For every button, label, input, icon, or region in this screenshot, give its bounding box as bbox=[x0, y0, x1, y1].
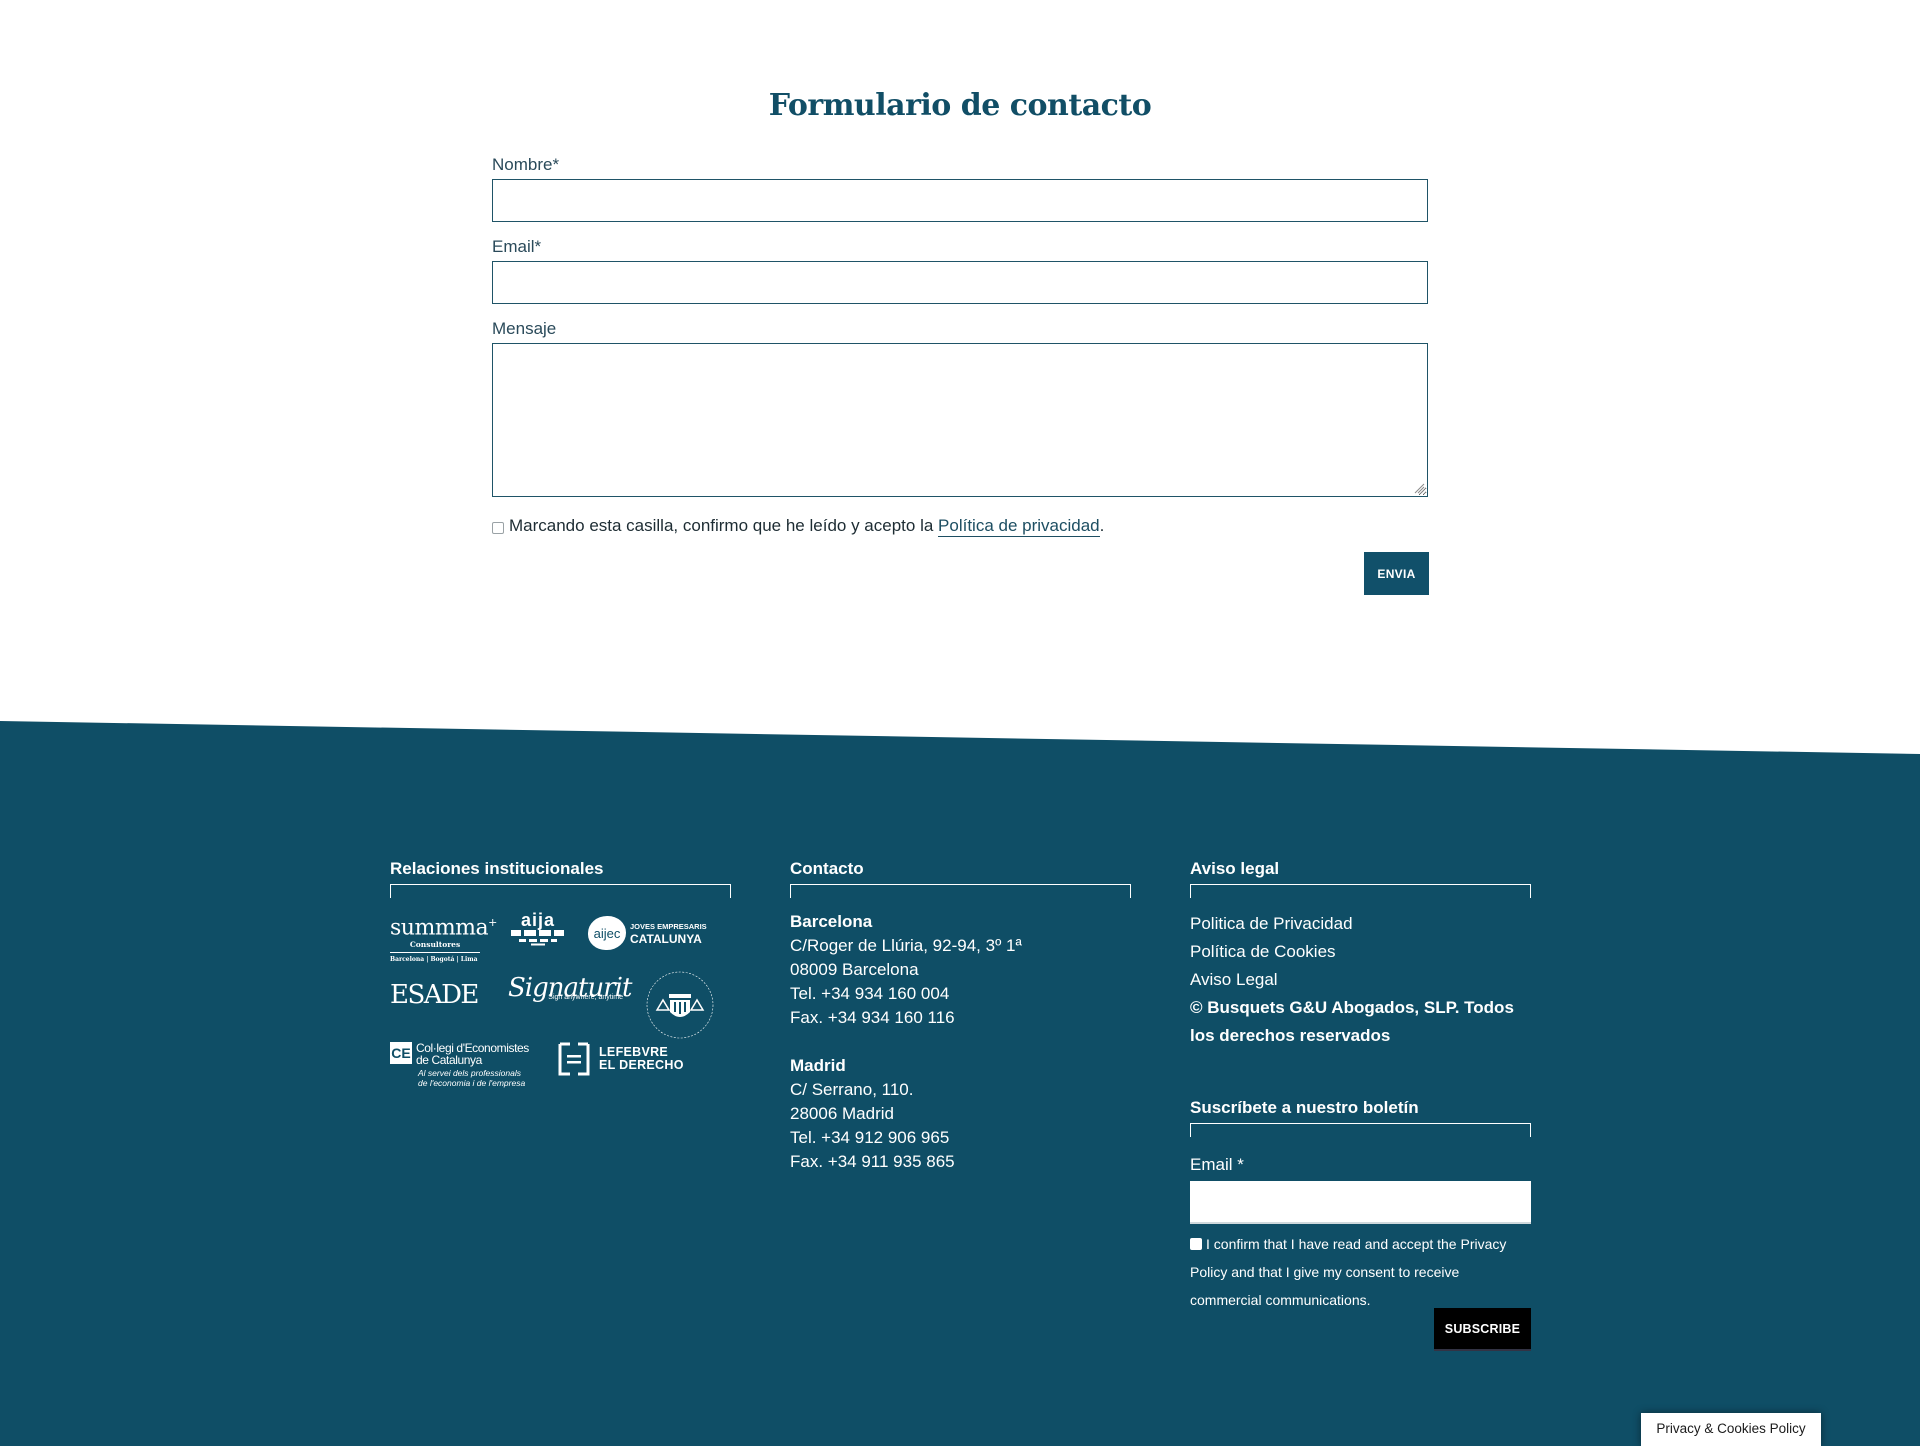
message-textarea[interactable] bbox=[492, 343, 1428, 497]
coleconomistes-logo[interactable]: CE Col·legi d'Economistes de Catalunya A… bbox=[390, 1042, 540, 1088]
footer-relations: Relaciones institucionales summma+ Consu… bbox=[390, 858, 731, 1112]
privacy-consent: Marcando esta casilla, confirmo que he l… bbox=[492, 516, 1105, 537]
coleconomistes-line2: de Catalunya bbox=[416, 1053, 482, 1067]
email-label: Email* bbox=[492, 237, 542, 256]
signaturit-logo[interactable]: Signaturit Sign anywhere, anytime bbox=[508, 974, 632, 1002]
office-city: Barcelona bbox=[790, 912, 873, 931]
relations-heading: Relaciones institucionales bbox=[390, 859, 604, 878]
cookies-policy-link[interactable]: Política de Cookies bbox=[1190, 938, 1531, 966]
message-field-wrap bbox=[492, 343, 1428, 497]
footer-legal: Aviso legal Politica de Privacidad Polít… bbox=[1190, 858, 1531, 1050]
newsletter-heading: Suscríbete a nuestro boletín bbox=[1190, 1098, 1419, 1117]
privacy-policy-link[interactable]: Politica de Privacidad bbox=[1190, 910, 1531, 938]
office-phone[interactable]: Tel. +34 934 160 004 bbox=[790, 982, 1131, 1006]
lefebvre-logo[interactable]: LEFEBVRE EL DERECHO bbox=[557, 1042, 684, 1076]
name-input[interactable] bbox=[492, 179, 1428, 222]
newsletter-consent-checkbox[interactable] bbox=[1190, 1238, 1202, 1250]
aija-logo-text: aija bbox=[520, 910, 556, 930]
esade-logo[interactable]: ESADE bbox=[390, 980, 479, 1010]
office-address: C/ Serrano, 110. bbox=[790, 1080, 914, 1099]
ce-mark-icon: CE bbox=[390, 1042, 412, 1064]
icab-seal-icon bbox=[646, 971, 714, 1039]
aijec-logo[interactable]: aijec JOVES EMPRESARIS CATALUNYA bbox=[588, 916, 718, 950]
office-postcode: 08009 Barcelona bbox=[790, 960, 919, 979]
message-label: Mensaje bbox=[492, 319, 557, 338]
summa-logo-sub: Consultores bbox=[390, 939, 480, 954]
aija-logo[interactable]: aija bbox=[508, 910, 568, 951]
newsletter-consent: I confirm that I have read and accept th… bbox=[1190, 1230, 1531, 1314]
partner-logos: summma+ Consultores Barcelona | Bogotá |… bbox=[390, 910, 731, 1112]
summa-logo-text: summma bbox=[390, 915, 489, 941]
consent-text-main: Marcando esta casilla, confirmo que he l… bbox=[509, 516, 939, 535]
icab-logo[interactable] bbox=[645, 970, 715, 1040]
legal-notice-link[interactable]: Aviso Legal bbox=[1190, 966, 1531, 994]
consent-text-end: . bbox=[1099, 516, 1105, 535]
office-address: C/Roger de Llúria, 92-94, 3º 1ª bbox=[790, 936, 1022, 955]
legal-heading: Aviso legal bbox=[1190, 859, 1280, 878]
coleconomistes-tag2: de l'economia i de l'empresa bbox=[418, 1078, 526, 1088]
summa-logo-cities: Barcelona | Bogotá | Lima bbox=[390, 956, 478, 964]
email-input[interactable] bbox=[492, 261, 1428, 304]
privacy-checkbox[interactable] bbox=[492, 521, 504, 534]
privacy-cookies-tab[interactable]: Privacy & Cookies Policy bbox=[1641, 1413, 1821, 1446]
footer-contact: Contacto Barcelona C/Roger de Llúria, 92… bbox=[790, 858, 1131, 1174]
form-title: Formulario de contacto bbox=[768, 88, 1152, 123]
office-postcode: 28006 Madrid bbox=[790, 1104, 894, 1123]
newsletter-email-label: Email * bbox=[1190, 1155, 1244, 1174]
newsletter-form: Suscríbete a nuestro boletín Email * I c… bbox=[1190, 1097, 1531, 1351]
newsletter-consent-text: I confirm that I have read and accept th… bbox=[1190, 1236, 1507, 1308]
heading-divider bbox=[790, 884, 1131, 898]
name-label: Nombre* bbox=[492, 155, 560, 174]
coleconomistes-tag1: Al servei dels professionals bbox=[418, 1068, 521, 1078]
office-fax: Fax. +34 911 935 865 bbox=[790, 1152, 955, 1171]
heading-divider bbox=[1190, 1123, 1531, 1137]
send-button[interactable]: ENVIA bbox=[1364, 552, 1429, 595]
lefebvre-line2: EL DERECHO bbox=[599, 1058, 684, 1072]
heading-divider bbox=[390, 884, 731, 898]
lefebvre-mark-icon bbox=[558, 1042, 590, 1076]
contact-heading: Contacto bbox=[790, 859, 864, 878]
consent-text: Marcando esta casilla, confirmo que he l… bbox=[509, 516, 1105, 537]
office-city: Madrid bbox=[790, 1056, 846, 1075]
aijec-logo-line2: CATALUNYA bbox=[630, 932, 702, 946]
summa-logo[interactable]: summma+ Consultores Barcelona | Bogotá |… bbox=[390, 912, 497, 964]
heading-divider bbox=[1190, 884, 1531, 898]
legal-links: Politica de Privacidad Política de Cooki… bbox=[1190, 910, 1531, 1050]
privacy-policy-link[interactable]: Política de privacidad bbox=[938, 516, 1100, 537]
office-barcelona: Barcelona C/Roger de Llúria, 92-94, 3º 1… bbox=[790, 910, 1131, 1174]
resize-grip-icon[interactable] bbox=[1413, 482, 1425, 494]
subscribe-button[interactable]: SUBSCRIBE bbox=[1434, 1308, 1531, 1351]
aijec-logo-text: aijec bbox=[588, 916, 626, 950]
office-phone[interactable]: Tel. +34 912 906 965 bbox=[790, 1126, 1131, 1150]
office-fax: Fax. +34 934 160 116 bbox=[790, 1008, 955, 1027]
copyright: © Busquets G&U Abogados, SLP. Todos los … bbox=[1190, 998, 1514, 1045]
newsletter-email-input[interactable] bbox=[1190, 1181, 1531, 1224]
aija-globe-icon bbox=[511, 930, 564, 946]
